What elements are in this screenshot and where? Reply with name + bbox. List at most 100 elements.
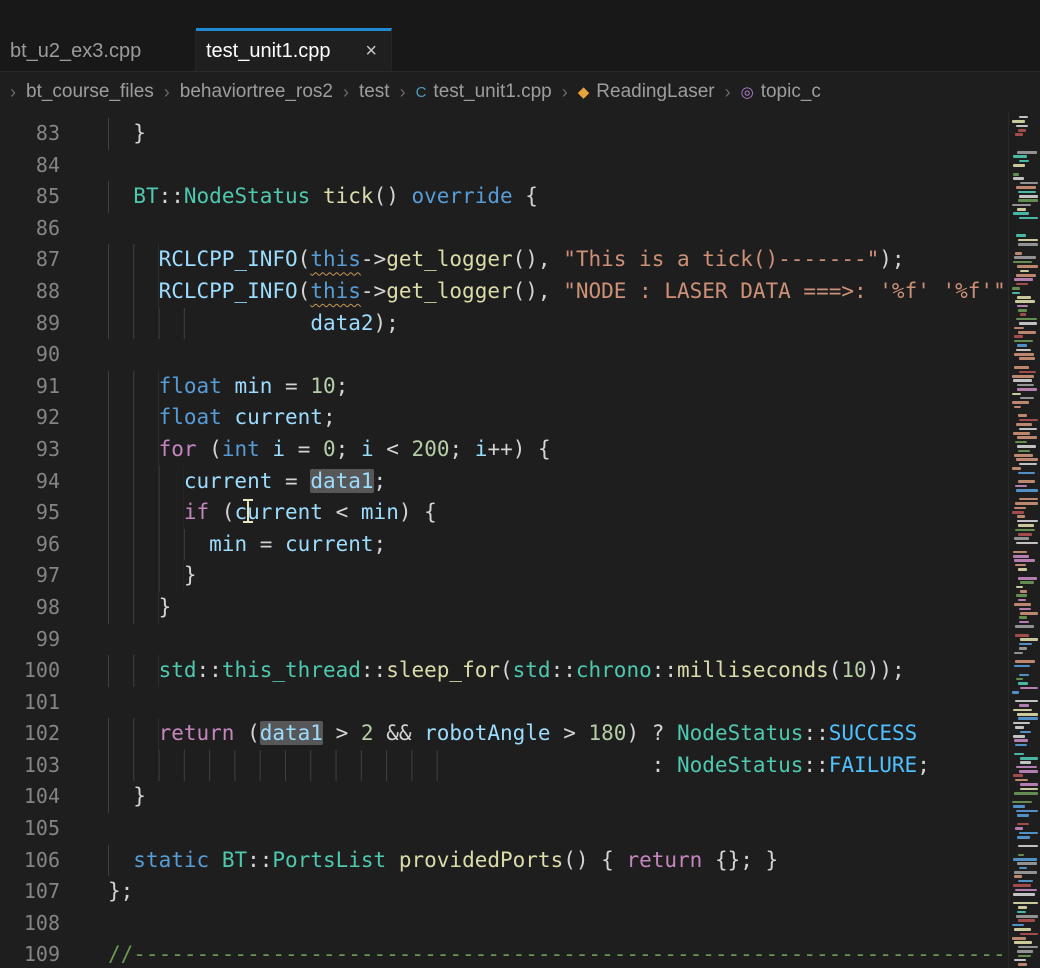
line-number[interactable]: 109 [0,939,108,968]
code-text: BT::NodeStatus tick() override { [108,181,538,213]
line-number[interactable]: 89 [0,308,108,340]
line-number[interactable]: 99 [0,624,108,656]
line-number[interactable]: 91 [0,371,108,403]
line-number[interactable]: 102 [0,718,108,750]
code-line[interactable]: 101 [0,687,1040,719]
line-number[interactable]: 95 [0,497,108,529]
code-text: std::this_thread::sleep_for(std::chrono:… [108,655,905,687]
field-icon: ◎ [741,83,754,101]
code-line[interactable]: 102 return (data1 > 2 && robotAngle > 18… [0,718,1040,750]
code-line[interactable]: 96 min = current; [0,529,1040,561]
line-number[interactable]: 84 [0,150,108,182]
code-line[interactable]: 97 } [0,560,1040,592]
code-line[interactable]: 88 RCLCPP_INFO(this->get_logger(), "NODE… [0,276,1040,308]
line-number[interactable]: 107 [0,876,108,908]
line-number[interactable]: 83 [0,118,108,150]
code-line[interactable]: 105 [0,813,1040,845]
tab-bt_u2_ex3.cpp[interactable]: bt_u2_ex3.cpp [0,28,196,71]
breadcrumb-item-ReadingLaser[interactable]: ◆ReadingLaser [578,81,715,103]
code-editor[interactable]: 83 }8485 BT::NodeStatus tick() override … [0,112,1040,968]
breadcrumb: › bt_course_files › behaviortree_ros2 › test ›… [0,72,1040,112]
close-tab-icon[interactable]: × [365,40,377,63]
breadcrumb-item-topic_c[interactable]: ◎ topic_c [741,81,821,103]
tab-test_unit1.cpp[interactable]: test_unit1.cpp × [196,28,392,71]
tab-label: bt_u2_ex3.cpp [10,40,141,63]
code-line[interactable]: 104 } [0,781,1040,813]
line-number[interactable]: 97 [0,560,108,592]
line-number[interactable]: 88 [0,276,108,308]
line-number[interactable]: 92 [0,402,108,434]
chevron-right-icon: › [10,82,16,103]
line-number[interactable]: 101 [0,687,108,719]
tab-bar: bt_u2_ex3.cpp test_unit1.cpp × [0,28,1040,72]
code-text: }; [108,876,133,908]
line-number[interactable]: 105 [0,813,108,845]
line-number[interactable]: 93 [0,434,108,466]
breadcrumb-label: topic_c [761,81,821,103]
code-line[interactable]: 83 } [0,118,1040,150]
code-text: for (int i = 0; i < 200; i++) { [108,434,551,466]
code-text: static BT::PortsList providedPorts() { r… [108,845,778,877]
line-number[interactable]: 96 [0,529,108,561]
vscode-window: bt_u2_ex3.cpp test_unit1.cpp × › bt_course_… [0,0,1040,968]
code-line[interactable]: 95 if (current < min) { [0,497,1040,529]
chevron-right-icon: › [400,82,406,103]
breadcrumb-label: behaviortree_ros2 [180,81,333,103]
code-text: current = data1; [108,466,386,498]
class-icon: ◆ [578,83,590,101]
code-text: } [108,118,146,150]
code-line[interactable]: 100 std::this_thread::sleep_for(std::chr… [0,655,1040,687]
code-text: //--------------------------------------… [108,939,1006,968]
code-line[interactable]: 109//-----------------------------------… [0,939,1040,968]
line-number[interactable]: 85 [0,181,108,213]
code-line[interactable]: 86 [0,213,1040,245]
line-number[interactable]: 87 [0,244,108,276]
code-line[interactable]: 93 for (int i = 0; i < 200; i++) { [0,434,1040,466]
code-text: float min = 10; [108,371,348,403]
code-text: } [108,560,197,592]
code-line[interactable]: 84 [0,150,1040,182]
minimap[interactable] [1008,112,1040,968]
code-text: } [108,781,146,813]
line-number[interactable]: 100 [0,655,108,687]
code-line[interactable]: 103 : NodeStatus::FAILURE; [0,750,1040,782]
line-number[interactable]: 108 [0,908,108,940]
line-number[interactable]: 86 [0,213,108,245]
title-bar [0,0,1040,28]
code-line[interactable]: 89 data2); [0,308,1040,340]
code-text: if (current < min) { [108,497,437,529]
code-line[interactable]: 99 [0,624,1040,656]
line-number[interactable]: 106 [0,845,108,877]
code-text: float current; [108,402,336,434]
tab-label: test_unit1.cpp [206,40,331,63]
code-line[interactable]: 87 RCLCPP_INFO(this->get_logger(), "This… [0,244,1040,276]
chevron-right-icon: › [343,82,349,103]
code-line[interactable]: 92 float current; [0,402,1040,434]
breadcrumb-item-bt_course_files[interactable]: bt_course_files [26,81,154,103]
code-line[interactable]: 91 float min = 10; [0,371,1040,403]
breadcrumb-item-behaviortree_ros2[interactable]: behaviortree_ros2 [180,81,333,103]
code-line[interactable]: 98 } [0,592,1040,624]
code-line[interactable]: 106 static BT::PortsList providedPorts()… [0,845,1040,877]
cpp-file-icon: C [416,84,427,101]
line-number[interactable]: 90 [0,339,108,371]
code-line[interactable]: 94 current = data1; [0,466,1040,498]
code-line[interactable]: 108 [0,908,1040,940]
chevron-right-icon: › [164,82,170,103]
breadcrumb-label: bt_course_files [26,81,154,103]
breadcrumb-item-test[interactable]: test [359,81,390,103]
code-text: min = current; [108,529,386,561]
code-line[interactable]: 90 [0,339,1040,371]
code-text: data2); [108,308,399,340]
line-number[interactable]: 104 [0,781,108,813]
line-number[interactable]: 98 [0,592,108,624]
code-text: return (data1 > 2 && robotAngle > 180) ?… [108,718,917,750]
code-text: RCLCPP_INFO(this->get_logger(), "This is… [108,244,905,276]
line-number[interactable]: 103 [0,750,108,782]
code-line[interactable]: 107}; [0,876,1040,908]
code-line[interactable]: 85 BT::NodeStatus tick() override { [0,181,1040,213]
line-number[interactable]: 94 [0,466,108,498]
breadcrumb-item-test_unit1.cpp[interactable]: Ctest_unit1.cpp [416,81,552,103]
chevron-right-icon: › [562,82,568,103]
breadcrumb-label: test [359,81,390,103]
